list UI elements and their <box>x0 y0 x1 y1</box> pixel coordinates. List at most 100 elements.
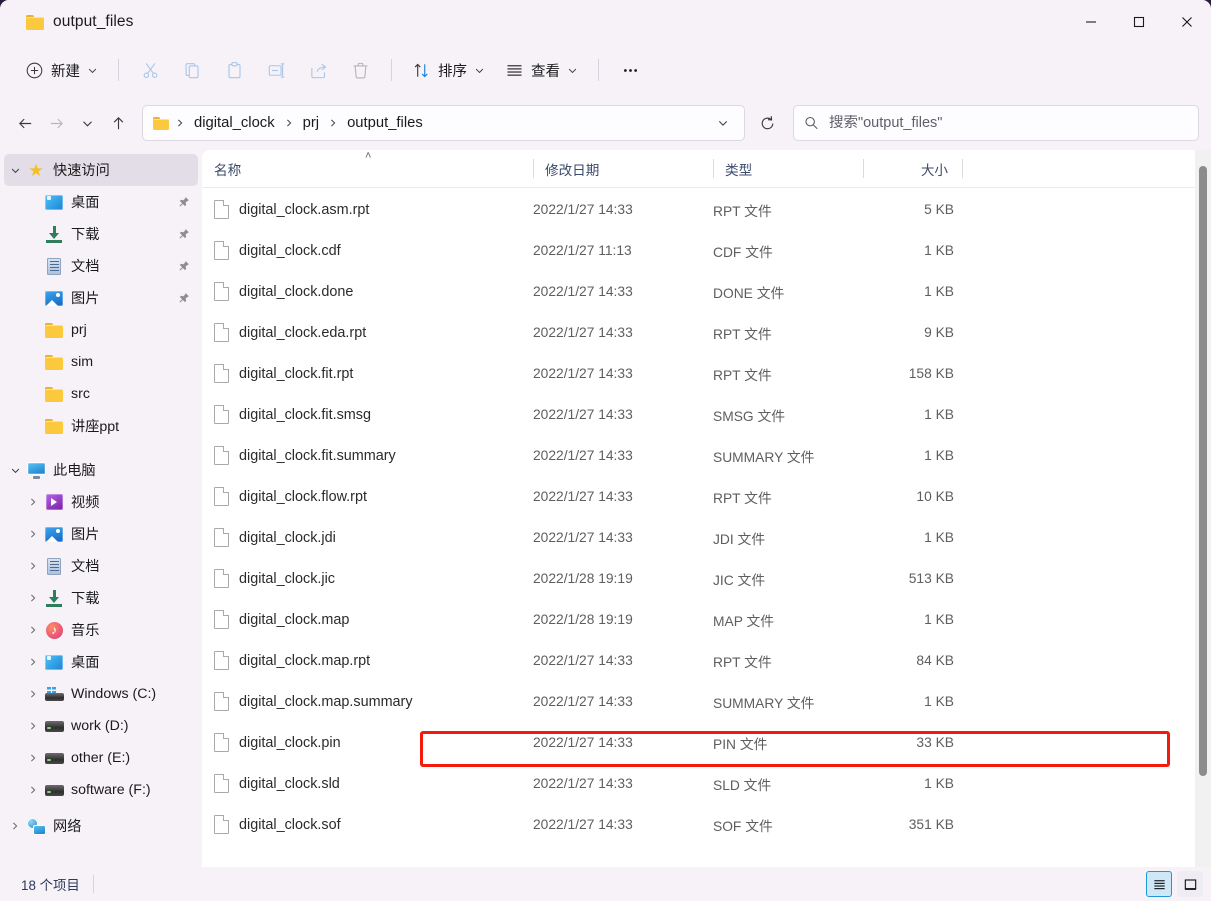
sidebar-item-other-e[interactable]: other (E:) <box>4 742 198 774</box>
share-button[interactable] <box>298 52 338 88</box>
file-name-label: digital_clock.fit.rpt <box>239 365 354 382</box>
chevron-right-icon[interactable] <box>22 582 44 614</box>
search-input[interactable] <box>828 115 1188 131</box>
sidebar-item-lecture-ppt[interactable]: 讲座ppt <box>4 410 198 442</box>
copy-button[interactable] <box>172 52 212 88</box>
scrollbar-thumb[interactable] <box>1199 166 1207 776</box>
table-row[interactable]: digital_clock.pin 2022/1/27 14:33 PIN 文件 33… <box>206 722 1205 763</box>
forward-button[interactable] <box>41 106 72 140</box>
view-button[interactable]: 查看 <box>496 52 587 88</box>
table-row[interactable]: digital_clock.fit.smsg 2022/1/27 14:33 SMS… <box>206 394 1205 435</box>
chevron-right-icon[interactable] <box>4 810 26 842</box>
column-header-type[interactable]: 类型 <box>713 150 863 187</box>
chevron-right-icon[interactable] <box>22 614 44 646</box>
maximize-button[interactable] <box>1115 0 1163 44</box>
more-options-button[interactable] <box>610 52 650 88</box>
breadcrumb-item-0[interactable]: digital_clock <box>189 112 280 134</box>
sidebar-item-quick-access[interactable]: ★ 快速访问 <box>4 154 198 186</box>
chevron-right-icon[interactable] <box>22 742 44 774</box>
close-button[interactable] <box>1163 0 1211 44</box>
minimize-button[interactable] <box>1067 0 1115 44</box>
sidebar-item-downloads[interactable]: 下载 <box>4 218 198 250</box>
sidebar-item-music[interactable]: 音乐 <box>4 614 198 646</box>
recent-locations-button[interactable] <box>72 106 103 140</box>
table-row[interactable]: digital_clock.map.summary 2022/1/27 14:33… <box>206 681 1205 722</box>
chevron-right-icon[interactable] <box>22 646 44 678</box>
chevron-right-icon[interactable] <box>22 678 44 710</box>
vertical-scrollbar[interactable] <box>1195 150 1211 867</box>
cut-button[interactable] <box>130 52 170 88</box>
table-row[interactable]: digital_clock.jdi 2022/1/27 14:33 JDI 文件 1 … <box>206 517 1205 558</box>
sidebar-item-documents-pc[interactable]: 文档 <box>4 550 198 582</box>
back-button[interactable] <box>10 106 41 140</box>
pin-icon[interactable] <box>177 196 190 209</box>
breadcrumb-dropdown-button[interactable] <box>710 109 736 137</box>
new-button[interactable]: 新建 <box>16 52 107 88</box>
table-row[interactable]: digital_clock.map.rpt 2022/1/27 14:33 RPT … <box>206 640 1205 681</box>
sidebar-item-downloads-pc[interactable]: 下载 <box>4 582 198 614</box>
sidebar-item-desktop-pc[interactable]: 桌面 <box>4 646 198 678</box>
chevron-down-icon[interactable] <box>4 454 26 486</box>
chevron-down-icon[interactable] <box>4 154 26 186</box>
table-row[interactable]: digital_clock.sof 2022/1/27 14:33 SOF 文件 35… <box>206 804 1205 845</box>
column-header-size[interactable]: 大小 <box>863 150 962 187</box>
column-header-name[interactable]: 名称 ˄ <box>202 150 533 187</box>
table-row[interactable]: digital_clock.sld 2022/1/27 14:33 SLD 文件 1 … <box>206 763 1205 804</box>
table-row[interactable]: digital_clock.fit.rpt 2022/1/27 14:33 RPT … <box>206 353 1205 394</box>
breadcrumb-separator[interactable] <box>324 112 342 134</box>
breadcrumb-item-1[interactable]: prj <box>298 112 324 134</box>
search-box[interactable] <box>793 105 1199 141</box>
sidebar-item-src[interactable]: src <box>4 378 198 410</box>
sidebar-item-videos[interactable]: 视频 <box>4 486 198 518</box>
sidebar-item-prj[interactable]: prj <box>4 314 198 346</box>
table-row[interactable]: digital_clock.cdf 2022/1/27 11:13 CDF 文件 1 … <box>206 230 1205 271</box>
rename-button[interactable] <box>256 52 296 88</box>
table-row[interactable]: digital_clock.fit.summary 2022/1/27 14:33… <box>206 435 1205 476</box>
chevron-right-icon[interactable] <box>22 518 44 550</box>
breadcrumb-separator[interactable] <box>171 112 189 134</box>
pin-icon[interactable] <box>177 260 190 273</box>
delete-button[interactable] <box>340 52 380 88</box>
sidebar-item-desktop[interactable]: 桌面 <box>4 186 198 218</box>
pin-icon[interactable] <box>177 228 190 241</box>
table-row[interactable]: digital_clock.eda.rpt 2022/1/27 14:33 RPT … <box>206 312 1205 353</box>
breadcrumb-separator[interactable] <box>280 112 298 134</box>
sidebar-item-documents[interactable]: 文档 <box>4 250 198 282</box>
navigation-pane[interactable]: ★ 快速访问 桌面 下载 文档 图片 prj sim src 讲座ppt 此电脑… <box>0 150 202 867</box>
file-name-label: digital_clock.sld <box>239 775 340 792</box>
table-row[interactable]: digital_clock.asm.rpt 2022/1/27 14:33 RPT … <box>206 189 1205 230</box>
paste-button[interactable] <box>214 52 254 88</box>
sidebar-item-pictures-pc[interactable]: 图片 <box>4 518 198 550</box>
sidebar-item-sim[interactable]: sim <box>4 346 198 378</box>
table-row[interactable]: digital_clock.done 2022/1/27 14:33 DONE 文件… <box>206 271 1205 312</box>
sort-button[interactable]: 排序 <box>403 52 494 88</box>
refresh-button[interactable] <box>752 106 783 140</box>
file-list-pane[interactable]: 名称 ˄ 修改日期 类型 大小 digital_clock.asm.rpt 202… <box>202 150 1211 867</box>
file-rows[interactable]: digital_clock.asm.rpt 2022/1/27 14:33 RPT … <box>202 188 1211 867</box>
breadcrumb-bar[interactable]: digital_clock prj output_files <box>142 105 745 141</box>
sidebar-item-pictures[interactable]: 图片 <box>4 282 198 314</box>
up-button[interactable] <box>103 106 134 140</box>
chevron-right-icon[interactable] <box>22 486 44 518</box>
chevron-right-icon[interactable] <box>22 774 44 806</box>
table-row[interactable]: digital_clock.jic 2022/1/28 19:19 JIC 文件 51… <box>206 558 1205 599</box>
column-header-date[interactable]: 修改日期 <box>533 150 713 187</box>
chevron-right-icon[interactable] <box>22 550 44 582</box>
sidebar-item-this-pc[interactable]: 此电脑 <box>4 454 198 486</box>
file-name-label: digital_clock.cdf <box>239 242 341 259</box>
sidebar-item-network[interactable]: 网络 <box>4 810 198 842</box>
sidebar-item-windows-c[interactable]: Windows (C:) <box>4 678 198 710</box>
table-row[interactable]: digital_clock.flow.rpt 2022/1/27 14:33 RPT… <box>206 476 1205 517</box>
file-name-cell: digital_clock.flow.rpt <box>206 487 533 506</box>
breadcrumb-item-2[interactable]: output_files <box>342 112 428 134</box>
chevron-right-icon[interactable] <box>22 710 44 742</box>
sidebar-item-label: software (F:) <box>71 782 151 798</box>
table-row[interactable]: digital_clock.map 2022/1/28 19:19 MAP 文件 1 … <box>206 599 1205 640</box>
details-view-button[interactable] <box>1146 871 1172 897</box>
file-size-cell: 5 KB <box>924 202 954 217</box>
sidebar-item-software-f[interactable]: software (F:) <box>4 774 198 806</box>
sidebar-item-work-d[interactable]: work (D:) <box>4 710 198 742</box>
tab-output-files[interactable]: output_files <box>14 5 146 39</box>
pin-icon[interactable] <box>177 292 190 305</box>
large-icons-view-button[interactable] <box>1177 871 1203 897</box>
